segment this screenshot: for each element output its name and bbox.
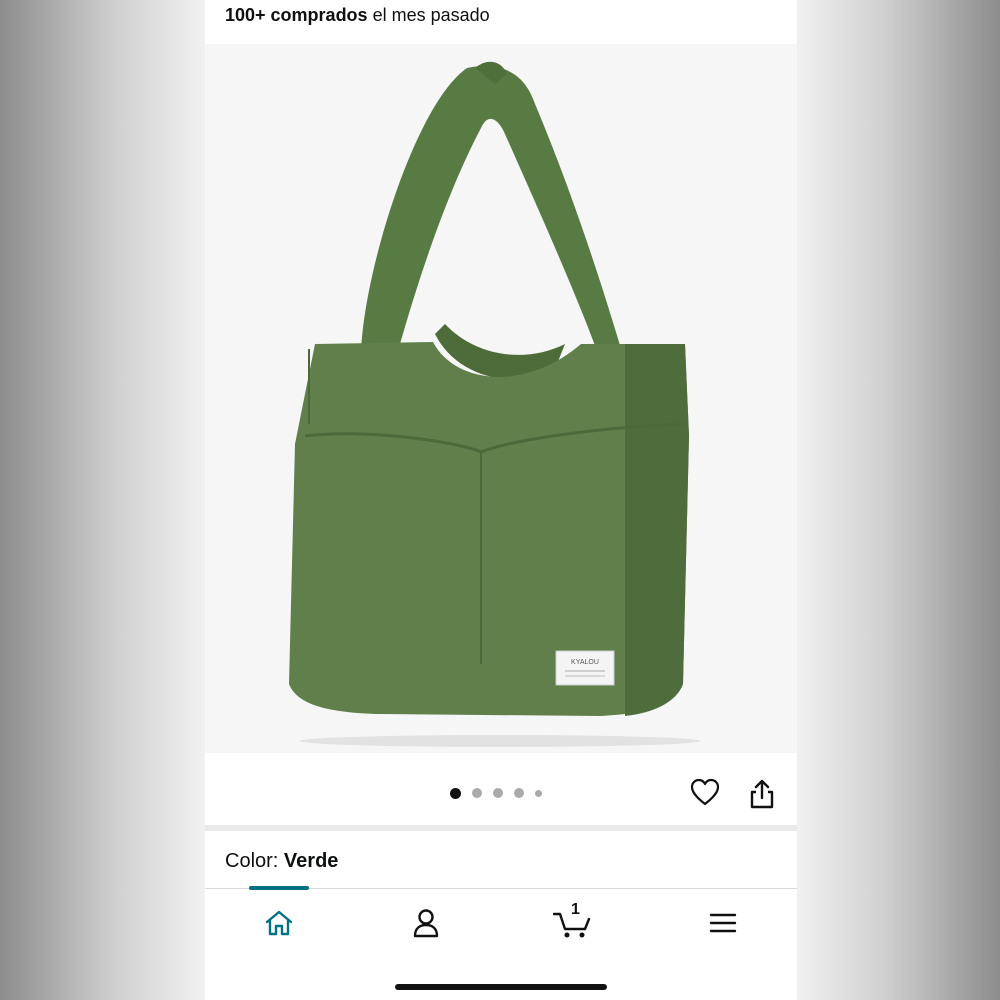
heart-icon[interactable] — [690, 778, 720, 808]
carousel-dot-1[interactable] — [450, 787, 461, 799]
image-controls — [205, 753, 797, 825]
product-image[interactable]: KYALOU — [205, 44, 797, 753]
purchase-count: 100+ comprados — [225, 5, 368, 25]
color-variant-section[interactable]: Color: Verde — [205, 831, 797, 888]
active-tab-indicator — [249, 886, 309, 890]
bottom-nav: 1 — [205, 886, 797, 1000]
carousel-dot-4[interactable] — [514, 788, 524, 798]
nav-menu[interactable] — [703, 907, 743, 939]
share-icon[interactable] — [747, 778, 777, 810]
top-bar: 100+ comprados el mes pasado — [205, 0, 797, 44]
purchase-period: el mes pasado — [372, 5, 490, 25]
color-label: Color: — [225, 850, 279, 872]
nav-account[interactable] — [406, 907, 446, 939]
carousel-dot-5[interactable] — [535, 789, 542, 797]
person-icon — [413, 909, 439, 938]
carousel-dots[interactable] — [450, 787, 553, 799]
home-icon — [265, 910, 293, 936]
bag-label-brand: KYALOU — [571, 659, 599, 666]
nav-home[interactable] — [259, 907, 299, 939]
carousel-dot-3[interactable] — [493, 788, 503, 798]
color-value: Verde — [283, 850, 339, 872]
color-variant-row: Color: Verde — [225, 850, 338, 873]
nav-cart[interactable]: 1 — [553, 901, 593, 939]
menu-icon — [709, 913, 737, 933]
cart-count-badge: 1 — [571, 901, 580, 918]
carousel-dot-2[interactable] — [472, 788, 482, 798]
tote-bag-image: KYALOU — [289, 61, 700, 747]
home-indicator-bar — [395, 984, 607, 990]
purchase-count-text: 100+ comprados el mes pasado — [225, 5, 490, 26]
